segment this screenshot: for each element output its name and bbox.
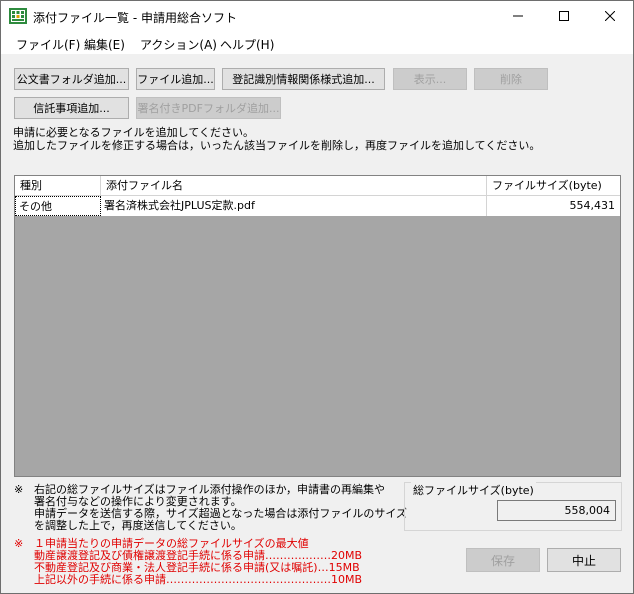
view-button[interactable]: 表示...	[393, 68, 467, 90]
note-line-4: を調整した上で，再度送信してください。	[34, 519, 242, 532]
column-header-filesize[interactable]: ファイルサイズ(byte)	[487, 176, 620, 195]
cell-filesize[interactable]: 554,431	[487, 196, 620, 216]
title-bar: 添付ファイル一覧 - 申請用総合ソフト	[1, 1, 633, 31]
column-header-type[interactable]: 種別	[15, 176, 101, 195]
add-registration-id-form-button[interactable]: 登記識別情報関係様式追加...	[222, 68, 385, 90]
total-size-label: 総ファイルサイズ(byte)	[411, 482, 536, 498]
cell-type[interactable]: その他	[15, 196, 101, 216]
cell-filename[interactable]: 署名済株式会社JPLUS定款.pdf	[101, 196, 487, 216]
menu-action[interactable]: アクション(A)	[140, 36, 217, 53]
save-button[interactable]: 保存	[466, 548, 540, 572]
close-icon	[605, 11, 615, 21]
delete-button[interactable]: 削除	[474, 68, 548, 90]
cancel-button[interactable]: 中止	[547, 548, 621, 572]
table-header: 種別 添付ファイル名 ファイルサイズ(byte)	[15, 176, 620, 196]
add-trust-matter-button[interactable]: 信託事項追加...	[14, 97, 129, 119]
red-note-line-4: 上記以外の手続に係る申請………………………………………10MB	[34, 573, 363, 586]
minimize-button[interactable]	[495, 1, 541, 31]
menu-help[interactable]: ヘルプ(H)	[220, 36, 274, 53]
add-signed-pdf-folder-button[interactable]: 署名付きPDFフォルダ追加...	[136, 97, 281, 119]
instruction-line-2: 追加したファイルを修正する場合は，いったん該当ファイルを削除し，再度ファイルを追…	[13, 139, 541, 152]
window-title: 添付ファイル一覧 - 申請用総合ソフト	[33, 11, 237, 25]
total-size-field: 558,004	[497, 500, 616, 521]
column-header-filename[interactable]: 添付ファイル名	[101, 176, 487, 195]
attachment-table[interactable]: 種別 添付ファイル名 ファイルサイズ(byte) その他 署名済株式会社JPLU…	[14, 175, 621, 477]
table-row[interactable]: その他 署名済株式会社JPLUS定款.pdf 554,431	[15, 196, 620, 216]
attachment-list-window: 添付ファイル一覧 - 申請用総合ソフト ファイル(F) 編集(E) アクション(…	[0, 0, 634, 594]
app-grid-icon	[9, 8, 27, 24]
close-button[interactable]	[587, 1, 633, 31]
menu-edit[interactable]: 編集(E)	[84, 36, 125, 53]
add-official-doc-folder-button[interactable]: 公文書フォルダ追加...	[14, 68, 129, 90]
maximize-icon	[559, 11, 569, 21]
minimize-icon	[513, 15, 523, 17]
menu-bar: ファイル(F) 編集(E) アクション(A) ヘルプ(H)	[1, 31, 633, 55]
maximize-button[interactable]	[541, 1, 587, 31]
add-file-button[interactable]: ファイル追加...	[136, 68, 215, 90]
note-mark: ※	[14, 483, 24, 496]
menu-file[interactable]: ファイル(F)	[16, 36, 80, 53]
red-note-mark: ※	[14, 537, 24, 550]
